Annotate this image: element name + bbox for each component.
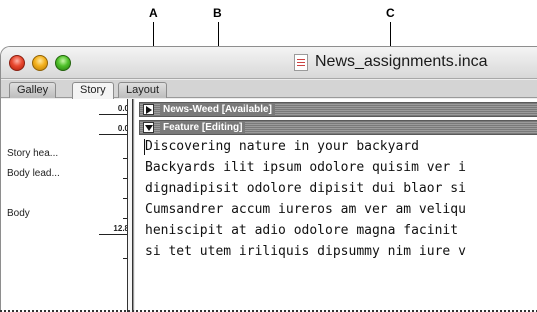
info-row: 0.0 bbox=[1, 104, 134, 124]
window-title: News_assignments.inca bbox=[315, 53, 488, 70]
story-title: News-Weed [Available] bbox=[160, 103, 275, 116]
depth-value: 0.0 bbox=[99, 104, 129, 115]
app-window: News_assignments.inca Galley Story Layou… bbox=[0, 46, 537, 312]
info-row bbox=[1, 186, 134, 206]
zoom-button[interactable] bbox=[55, 55, 71, 71]
callout-a: A bbox=[149, 6, 158, 20]
tab-layout[interactable]: Layout bbox=[118, 82, 168, 98]
style-info-column: 0.0 0.0 Story hea... Body lead... Body 1… bbox=[1, 99, 134, 312]
style-name: Story hea... bbox=[7, 148, 59, 159]
story-text-line[interactable]: dignadipisit odolore dipisit dui blaor s… bbox=[145, 179, 466, 199]
story-text-line[interactable]: si tet utem iriliquis dipsummy nim iure … bbox=[145, 242, 466, 262]
info-row bbox=[1, 246, 134, 266]
tab-galley[interactable]: Galley bbox=[9, 82, 57, 98]
text-cursor bbox=[144, 139, 145, 155]
callout-b: B bbox=[213, 6, 222, 20]
tab-bar: Galley Story Layout bbox=[1, 80, 537, 99]
callout-c: C bbox=[386, 6, 395, 20]
story-text-line[interactable]: heniscipit at adio odolore magna facinit bbox=[145, 221, 458, 241]
triangle-down-icon bbox=[145, 125, 153, 131]
info-row: 12.8 bbox=[1, 224, 134, 244]
depth-value: 0.0 bbox=[99, 124, 129, 135]
info-row: Body bbox=[1, 206, 134, 226]
story-text-line[interactable]: Backyards ilit ipsum odolore quisim ver … bbox=[145, 158, 466, 178]
depth-ruler[interactable] bbox=[127, 99, 133, 312]
story-text-line[interactable]: Cumsandrer accum iureros am ver am veliq… bbox=[145, 200, 466, 220]
style-name: Body lead... bbox=[7, 168, 60, 179]
style-name: Body bbox=[7, 208, 30, 219]
story-title: Feature [Editing] bbox=[160, 121, 246, 134]
story-header-news-weed[interactable]: News-Weed [Available] bbox=[139, 102, 537, 117]
info-row: Story hea... bbox=[1, 146, 134, 166]
tab-story[interactable]: Story bbox=[72, 82, 114, 99]
depth-value: 12.8 bbox=[99, 224, 129, 235]
info-row: Body lead... bbox=[1, 166, 134, 186]
expand-toggle[interactable] bbox=[143, 104, 154, 115]
title-bar[interactable]: News_assignments.inca bbox=[1, 47, 537, 79]
collapse-toggle[interactable] bbox=[143, 122, 154, 133]
info-row: 0.0 bbox=[1, 124, 134, 144]
minimize-button[interactable] bbox=[32, 55, 48, 71]
story-text-line[interactable]: Discovering nature in your backyard bbox=[145, 137, 419, 157]
close-button[interactable] bbox=[9, 55, 25, 71]
story-editor[interactable]: News-Weed [Available] Feature [Editing] … bbox=[135, 99, 537, 312]
document-icon bbox=[294, 54, 308, 71]
story-header-feature[interactable]: Feature [Editing] bbox=[139, 120, 537, 135]
triangle-right-icon bbox=[146, 106, 152, 114]
